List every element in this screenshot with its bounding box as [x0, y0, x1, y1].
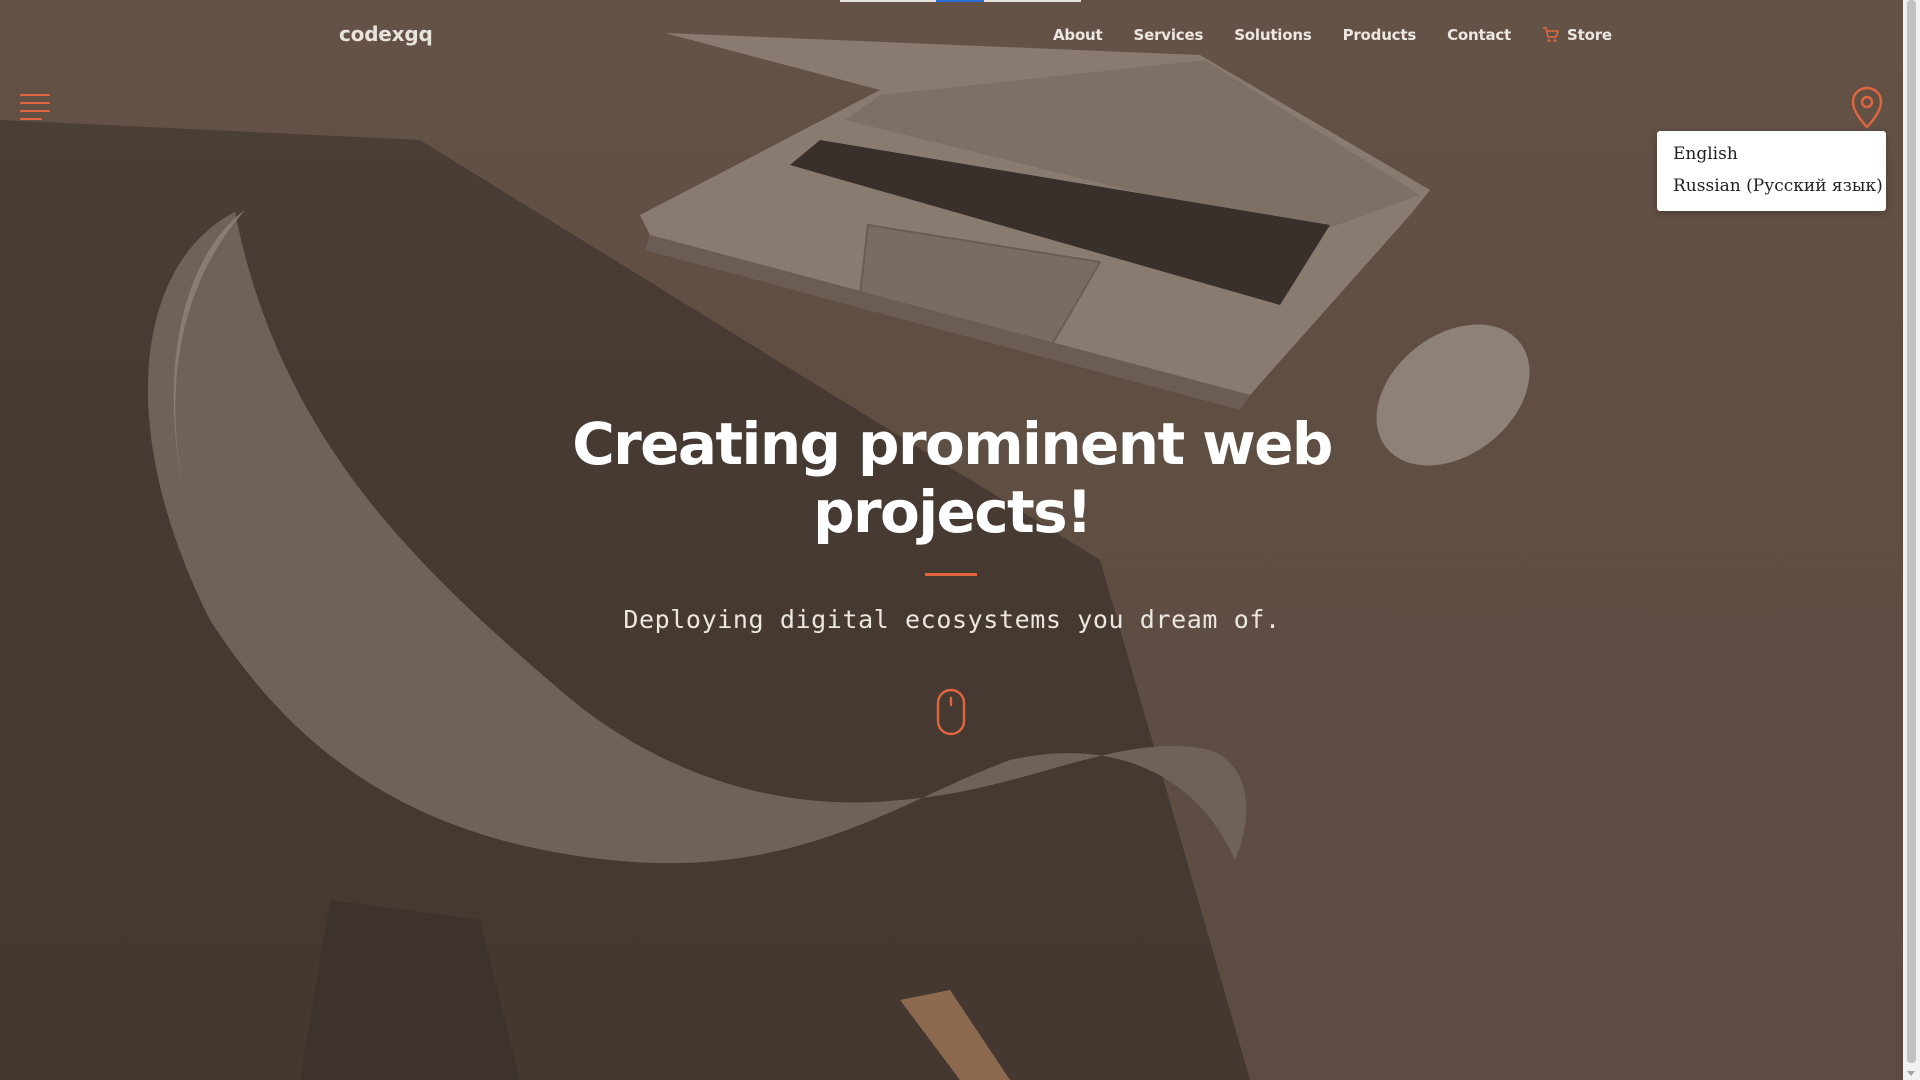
mouse-scroll-icon[interactable] [936, 688, 966, 736]
hamburger-icon-line [20, 102, 50, 104]
language-option-english[interactable]: English [1673, 144, 1738, 164]
nav-item-solutions[interactable]: Solutions [1234, 26, 1312, 44]
hamburger-icon [20, 94, 50, 96]
hero-divider [925, 573, 977, 576]
hamburger-icon-line [20, 118, 42, 120]
page-loading-bar-progress [936, 0, 984, 2]
scrollbar-down-arrow-icon[interactable] [1907, 1071, 1915, 1076]
language-option-russian[interactable]: Russian (Русский язык) [1673, 176, 1883, 196]
hamburger-menu-button[interactable] [20, 94, 52, 122]
page-loading-bar [840, 0, 1081, 2]
nav-item-store[interactable]: Store [1542, 26, 1612, 44]
nav-item-services[interactable]: Services [1134, 26, 1204, 44]
nav-item-contact[interactable]: Contact [1447, 26, 1511, 44]
cart-icon [1543, 27, 1559, 42]
map-pin-icon[interactable] [1850, 86, 1884, 130]
hamburger-icon-line [20, 110, 50, 112]
main-nav: About Services Solutions Products Contac… [1053, 26, 1612, 44]
site-logo[interactable]: codexgq [339, 22, 433, 46]
scrollbar-thumb[interactable] [1907, 0, 1916, 1063]
nav-item-about[interactable]: About [1053, 26, 1103, 44]
language-dropdown: English Russian (Русский язык) [1657, 131, 1886, 211]
nav-item-store-label: Store [1567, 26, 1612, 44]
page-scrollbar[interactable] [1903, 0, 1920, 1080]
hero-title: Creating prominent web projects! [572, 410, 1333, 546]
page: codexgq About Services Solutions Product… [0, 0, 1920, 1080]
nav-item-products[interactable]: Products [1343, 26, 1417, 44]
hero-subtitle: Deploying digital ecosystems you dream o… [623, 605, 1281, 634]
